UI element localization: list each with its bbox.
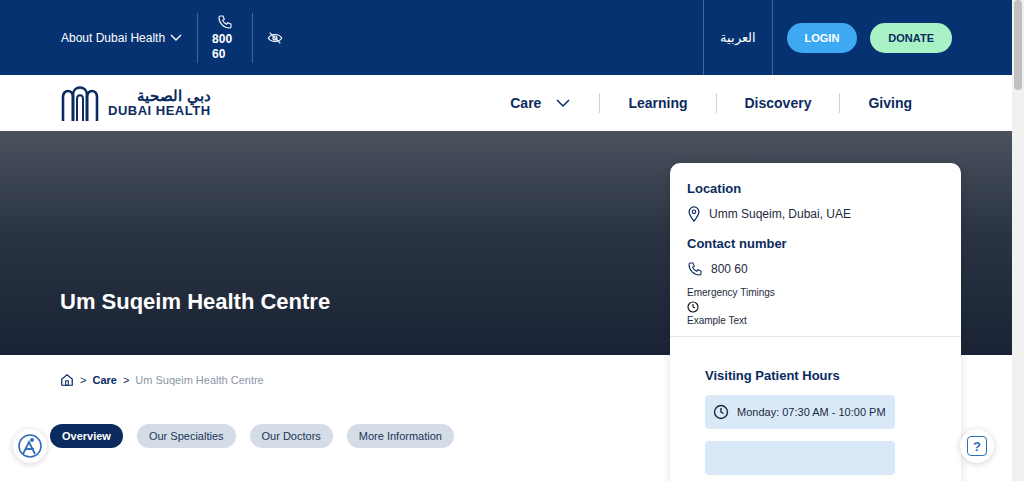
nav-bar: دبي الصحية DUBAI HEALTH Care Learning Di… — [0, 75, 1012, 131]
nav-separator — [839, 93, 840, 113]
eye-slash-icon[interactable] — [267, 31, 283, 45]
breadcrumb-item: Um Suqeim Health Centre — [135, 374, 263, 386]
phone-icon — [217, 14, 233, 30]
clock-icon — [687, 301, 699, 313]
arches-logo-icon — [60, 83, 100, 123]
nav-separator — [716, 93, 717, 113]
nav-item[interactable]: Learning — [628, 95, 687, 111]
scrollbar-thumb[interactable] — [1014, 0, 1022, 90]
clock-icon — [713, 404, 729, 420]
nav-item[interactable]: Discovery — [745, 95, 812, 111]
top-bar: About Dubai Health 800 60 العربية LOGIN … — [0, 0, 1012, 75]
home-icon[interactable] — [60, 373, 74, 387]
accessibility-icon — [17, 433, 43, 459]
divider — [703, 0, 704, 75]
language-switch[interactable]: العربية — [718, 30, 758, 45]
breadcrumb-item[interactable]: Care — [92, 374, 116, 386]
nav-item[interactable]: Giving — [868, 95, 912, 111]
info-card: Location Umm Suqeim, Dubai, UAE Contact … — [670, 163, 961, 481]
visiting-hours-row — [705, 441, 895, 475]
about-menu[interactable]: About Dubai Health — [61, 31, 183, 45]
nav-item[interactable]: Care — [510, 95, 571, 111]
scrollbar[interactable] — [1012, 0, 1024, 481]
tab[interactable]: Our Doctors — [250, 424, 333, 448]
divider — [197, 13, 198, 63]
divider — [252, 13, 253, 63]
breadcrumb-separator: > — [80, 374, 86, 386]
page: About Dubai Health 800 60 العربية LOGIN … — [0, 0, 1024, 481]
help-button[interactable]: ? — [960, 429, 994, 463]
accessibility-button[interactable] — [13, 429, 47, 463]
divider — [772, 0, 773, 75]
nav-separator — [599, 93, 600, 113]
visiting-hours-row: Monday: 07:30 AM - 10:00 PM — [705, 395, 895, 429]
phone-link[interactable]: 800 60 — [212, 14, 238, 62]
phone-icon — [687, 261, 703, 277]
logo[interactable]: دبي الصحية DUBAI HEALTH — [60, 83, 211, 123]
chevron-down-icon — [169, 33, 183, 43]
page-title: Um Suqeim Health Centre — [60, 289, 330, 315]
tab[interactable]: Overview — [50, 424, 123, 448]
location-pin-icon — [687, 206, 701, 222]
breadcrumb-separator: > — [123, 374, 129, 386]
donate-button[interactable]: DONATE — [870, 23, 952, 53]
tab[interactable]: More Information — [347, 424, 454, 448]
tab[interactable]: Our Specialties — [137, 424, 236, 448]
chevron-down-icon — [555, 98, 571, 108]
login-button[interactable]: LOGIN — [787, 23, 858, 53]
help-icon: ? — [967, 436, 987, 456]
